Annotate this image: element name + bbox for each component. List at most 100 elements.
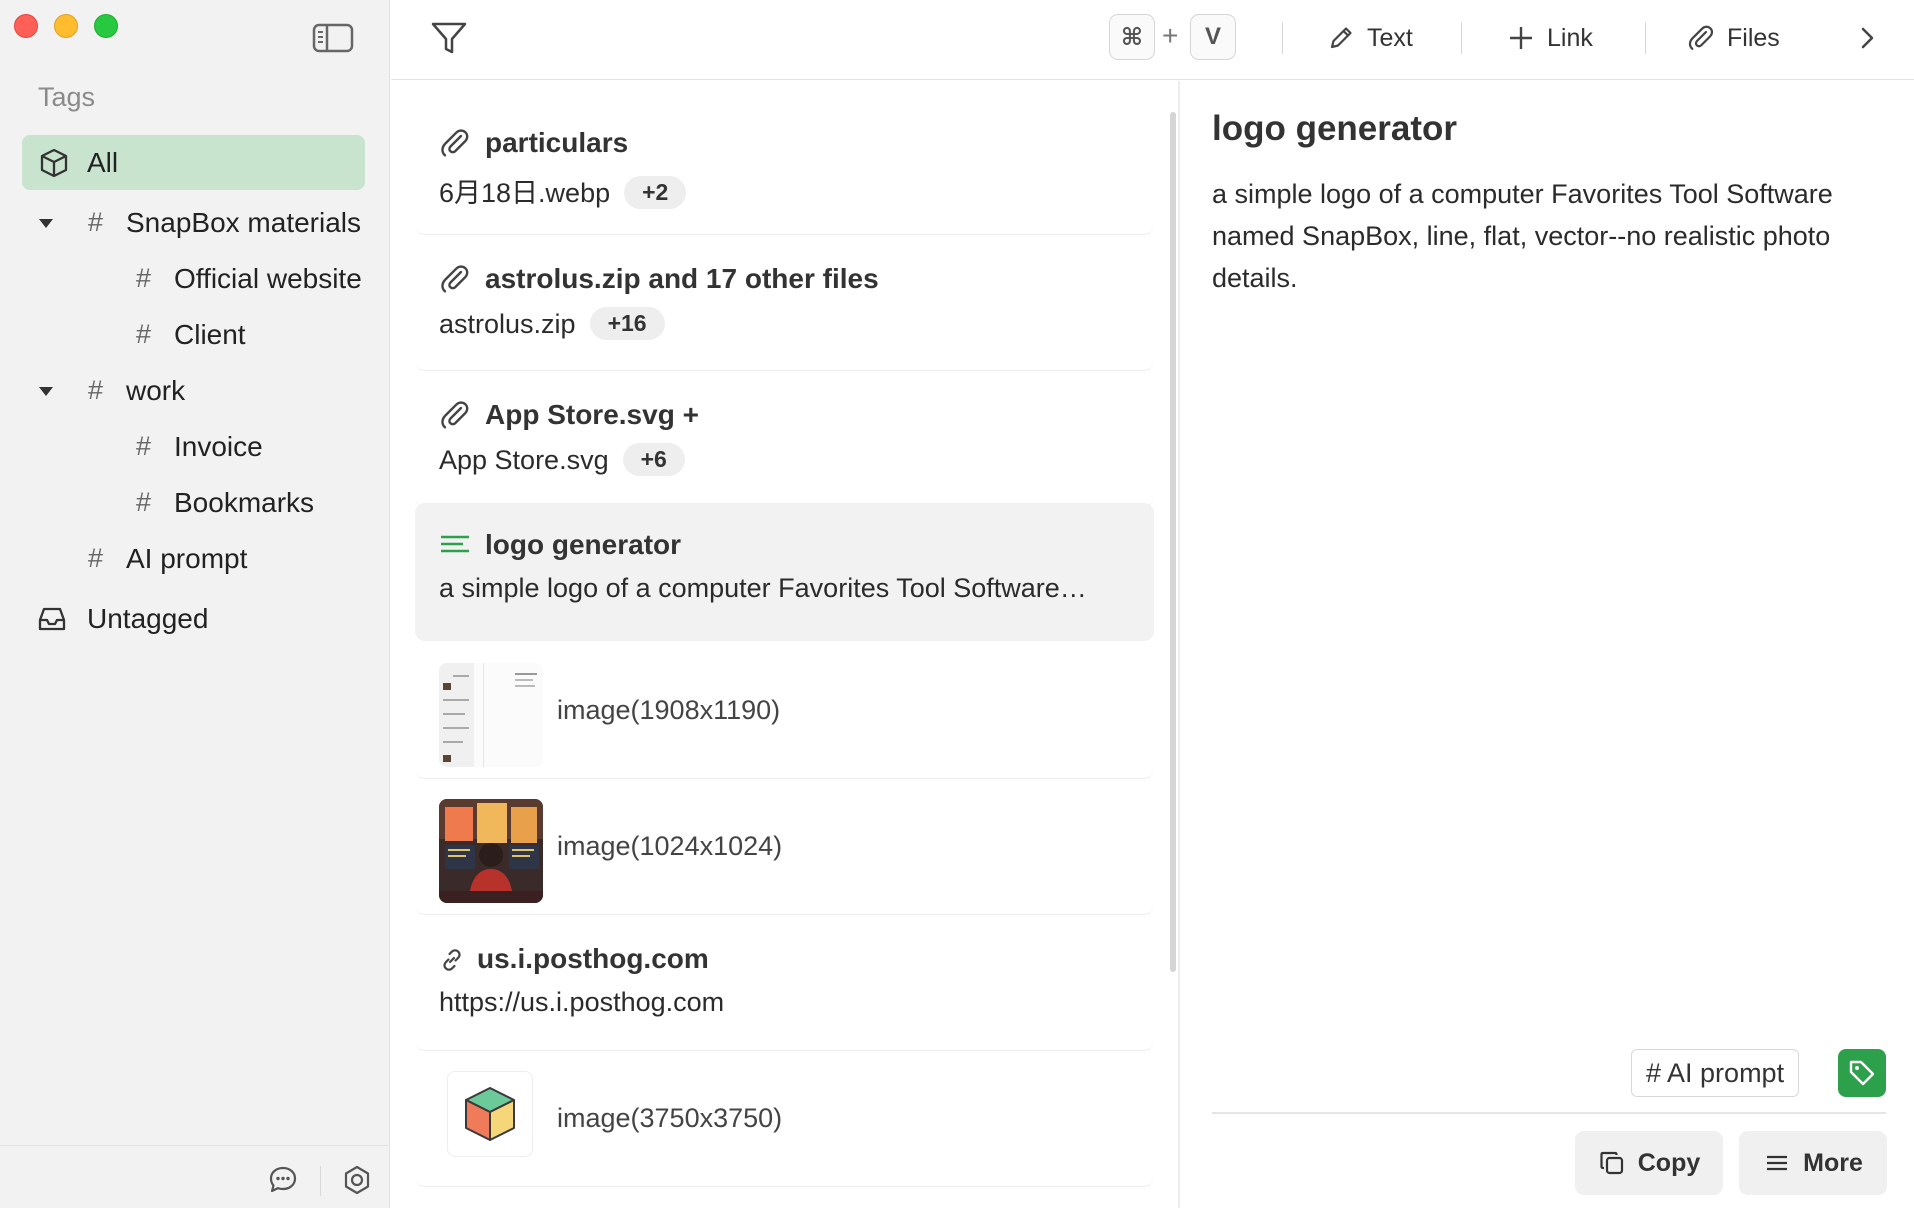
shortcut-v-key: V (1190, 14, 1236, 60)
more-button[interactable]: More (1739, 1131, 1887, 1195)
image-name: image(3750x3750) (557, 1103, 783, 1133)
link-chain-icon (443, 949, 461, 971)
sidebar-item-client[interactable]: # Client (22, 307, 365, 362)
menu-lines-icon (1767, 1155, 1788, 1171)
copy-icon (1600, 1151, 1623, 1175)
hash-icon: # (88, 375, 104, 405)
new-text-button[interactable]: Text (1327, 18, 1413, 58)
sidebar-item-label: Untagged (87, 602, 209, 634)
filter-icon[interactable] (429, 18, 469, 58)
chevron-right-icon[interactable] (1853, 24, 1881, 52)
sidebar-item-label: SnapBox materials (126, 206, 362, 238)
detail-title: logo generator (1212, 109, 1458, 148)
shortcut-plus: + (1162, 20, 1179, 51)
item-title: astrolus.zip and 17 other files (485, 263, 879, 294)
more-count-badge: +2 (624, 176, 687, 209)
more-count-badge: +6 (622, 443, 685, 476)
hash-icon: # (136, 487, 152, 517)
feedback-chat-icon[interactable] (267, 1164, 299, 1196)
plus-icon (1510, 27, 1532, 49)
zoom-window-button[interactable] (94, 14, 118, 38)
text-lines-icon (441, 535, 469, 553)
image-name: image(1024x1024) (557, 831, 783, 861)
hash-icon: # (136, 431, 152, 461)
disclosure-triangle-icon[interactable] (38, 217, 54, 229)
hash-icon: # (88, 543, 104, 573)
item-subtitle: App Store.svg +6 (439, 443, 685, 476)
close-window-button[interactable] (14, 14, 38, 38)
clip-list: particulars 6月18日.webp +2 astrolus.zip an… (391, 81, 1179, 1208)
sidebar-item-work[interactable]: # work (22, 363, 365, 418)
item-subtitle: 6月18日.webp +2 (439, 171, 687, 210)
disclosure-triangle-icon[interactable] (38, 385, 54, 397)
sidebar-item-snapbox-materials[interactable]: # SnapBox materials (22, 195, 365, 250)
sidebar-item-label: All (87, 146, 119, 178)
list-item[interactable]: image(1908x1190) (415, 645, 1154, 779)
new-text-label: Text (1367, 23, 1413, 52)
paperclip-icon (441, 129, 469, 157)
cube-logo-thumbnail (447, 1071, 533, 1157)
pencil-icon (1330, 27, 1352, 49)
detail-divider (1212, 1112, 1886, 1114)
sidebar-item-label: work (126, 374, 186, 406)
paperclip-icon (441, 265, 469, 293)
item-subtitle: https://us.i.posthog.com (439, 987, 725, 1017)
sidebar-toggle-icon[interactable] (312, 22, 354, 54)
list-scrollbar[interactable] (1170, 112, 1176, 972)
sidebar: Tags All # SnapBox materials # Official … (0, 0, 390, 1208)
item-title: App Store.svg + (485, 399, 699, 430)
list-item[interactable]: App Store.svg + App Store.svg +6 (415, 373, 1154, 507)
toolbar-divider (1461, 22, 1462, 54)
item-title: particulars (485, 127, 629, 158)
cube-icon (40, 148, 68, 177)
new-link-label: Link (1547, 23, 1593, 52)
sidebar-footer (0, 1145, 390, 1208)
sidebar-item-label: Invoice (174, 430, 263, 462)
list-item[interactable]: us.i.posthog.com https://us.i.posthog.co… (415, 917, 1154, 1051)
toolbar: ⌘ + V Text Link Files (391, 0, 1914, 80)
list-item[interactable]: image(1024x1024) (415, 781, 1154, 915)
item-title: logo generator (485, 529, 682, 560)
illustration-thumbnail (439, 799, 543, 903)
detail-body[interactable]: a simple logo of a computer Favorites To… (1212, 173, 1892, 299)
toolbar-divider (1645, 22, 1646, 54)
list-item[interactable]: image(3750x3750) (415, 1053, 1154, 1187)
toolbar-divider (1282, 22, 1283, 54)
hash-icon: # (136, 263, 152, 293)
window-controls (14, 14, 118, 38)
tags-heading: Tags (38, 82, 96, 112)
detail-tag-chip[interactable]: # AI prompt (1631, 1049, 1800, 1097)
paperclip-icon (1688, 25, 1714, 50)
sidebar-item-label: Bookmarks (174, 486, 315, 518)
add-tag-button[interactable] (1838, 1049, 1886, 1097)
footer-divider (320, 1166, 321, 1196)
image-name: image(1908x1190) (557, 695, 781, 725)
new-link-button[interactable]: Link (1507, 18, 1593, 58)
sidebar-item-all[interactable]: All (22, 135, 365, 190)
list-item[interactable]: astrolus.zip and 17 other files astrolus… (415, 237, 1154, 371)
detail-pane: logo generator a simple logo of a comput… (1180, 81, 1914, 1208)
inbox-icon (38, 607, 66, 630)
more-count-badge: +16 (589, 307, 665, 340)
screenshot-thumbnail (439, 663, 543, 767)
sidebar-item-untagged[interactable]: Untagged (22, 591, 365, 646)
sidebar-item-label: Client (174, 318, 246, 350)
copy-label: Copy (1637, 1148, 1701, 1177)
item-title: us.i.posthog.com (477, 943, 709, 974)
paperclip-icon (441, 401, 469, 429)
minimize-window-button[interactable] (54, 14, 78, 38)
shortcut-command-key: ⌘ (1109, 14, 1155, 60)
sidebar-item-official-website[interactable]: # Official website (22, 251, 365, 306)
sidebar-item-ai-prompt[interactable]: # AI prompt (22, 531, 365, 586)
new-files-label: Files (1727, 23, 1780, 52)
new-files-button[interactable]: Files (1687, 18, 1780, 58)
item-subtitle: a simple logo of a computer Favorites To… (439, 573, 1087, 603)
sidebar-item-label: Official website (174, 262, 362, 294)
hash-icon: # (136, 319, 152, 349)
settings-gear-icon[interactable] (341, 1164, 373, 1196)
copy-button[interactable]: Copy (1575, 1131, 1723, 1195)
sidebar-item-invoice[interactable]: # Invoice (22, 419, 365, 474)
list-item[interactable]: particulars 6月18日.webp +2 (415, 101, 1154, 235)
sidebar-item-bookmarks[interactable]: # Bookmarks (22, 475, 365, 530)
list-item-selected[interactable]: logo generator a simple logo of a comput… (415, 503, 1154, 641)
